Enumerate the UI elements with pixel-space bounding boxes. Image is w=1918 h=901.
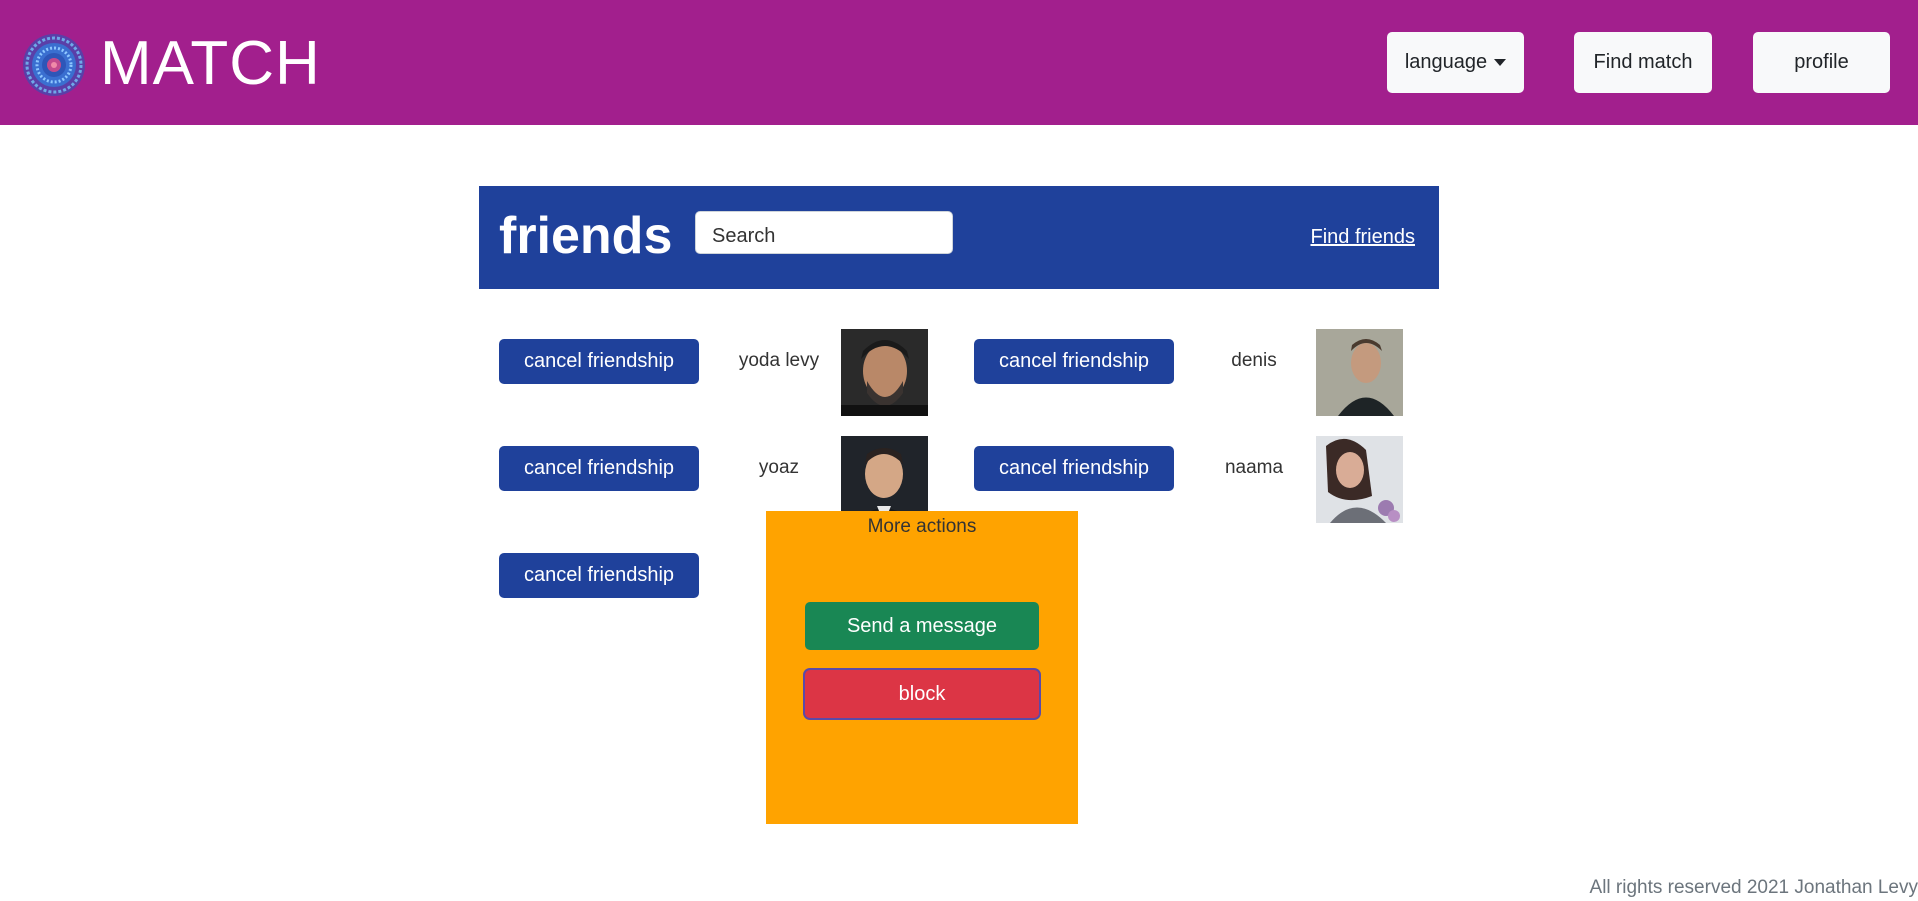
top-navbar: MATCH language Find match profile (0, 0, 1918, 125)
friend-item: cancel friendship yoda levy (479, 329, 954, 419)
more-actions-popup: More actions Send a message block (766, 511, 1078, 824)
friend-item: cancel friendship denis (954, 329, 1429, 419)
send-message-button[interactable]: Send a message (805, 602, 1039, 650)
profile-button[interactable]: profile (1753, 32, 1890, 93)
block-button[interactable]: block (805, 670, 1039, 718)
search-input[interactable] (695, 211, 953, 254)
cancel-friendship-button[interactable]: cancel friendship (499, 446, 699, 491)
friend-avatar[interactable] (1316, 436, 1403, 523)
page-title: friends (499, 207, 673, 265)
language-label: language (1404, 51, 1488, 73)
friend-avatar[interactable] (841, 329, 928, 416)
cancel-friendship-button[interactable]: cancel friendship (974, 446, 1174, 491)
friend-name: yoaz (758, 457, 800, 478)
friends-header-bar: friends Find friends (479, 186, 1439, 289)
cancel-friendship-button[interactable]: cancel friendship (499, 553, 699, 598)
language-dropdown-button[interactable]: language (1387, 32, 1524, 93)
friend-name: yoda levy (738, 350, 820, 371)
brand-title[interactable]: MATCH (100, 26, 321, 102)
mandala-logo-icon[interactable] (22, 33, 86, 97)
cancel-friendship-button[interactable]: cancel friendship (499, 339, 699, 384)
find-friends-link[interactable]: Find friends (1311, 226, 1416, 249)
friend-avatar[interactable] (1316, 329, 1403, 416)
footer-copyright: All rights reserved 2021 Jonathan Levy (1589, 877, 1918, 898)
cancel-friendship-button[interactable]: cancel friendship (974, 339, 1174, 384)
friend-name: naama (1224, 457, 1284, 478)
popup-title: More actions (867, 516, 977, 537)
caret-down-icon (1494, 59, 1507, 66)
find-match-button[interactable]: Find match (1574, 32, 1712, 93)
friend-avatar[interactable] (841, 436, 928, 523)
friend-name: denis (1231, 350, 1277, 371)
